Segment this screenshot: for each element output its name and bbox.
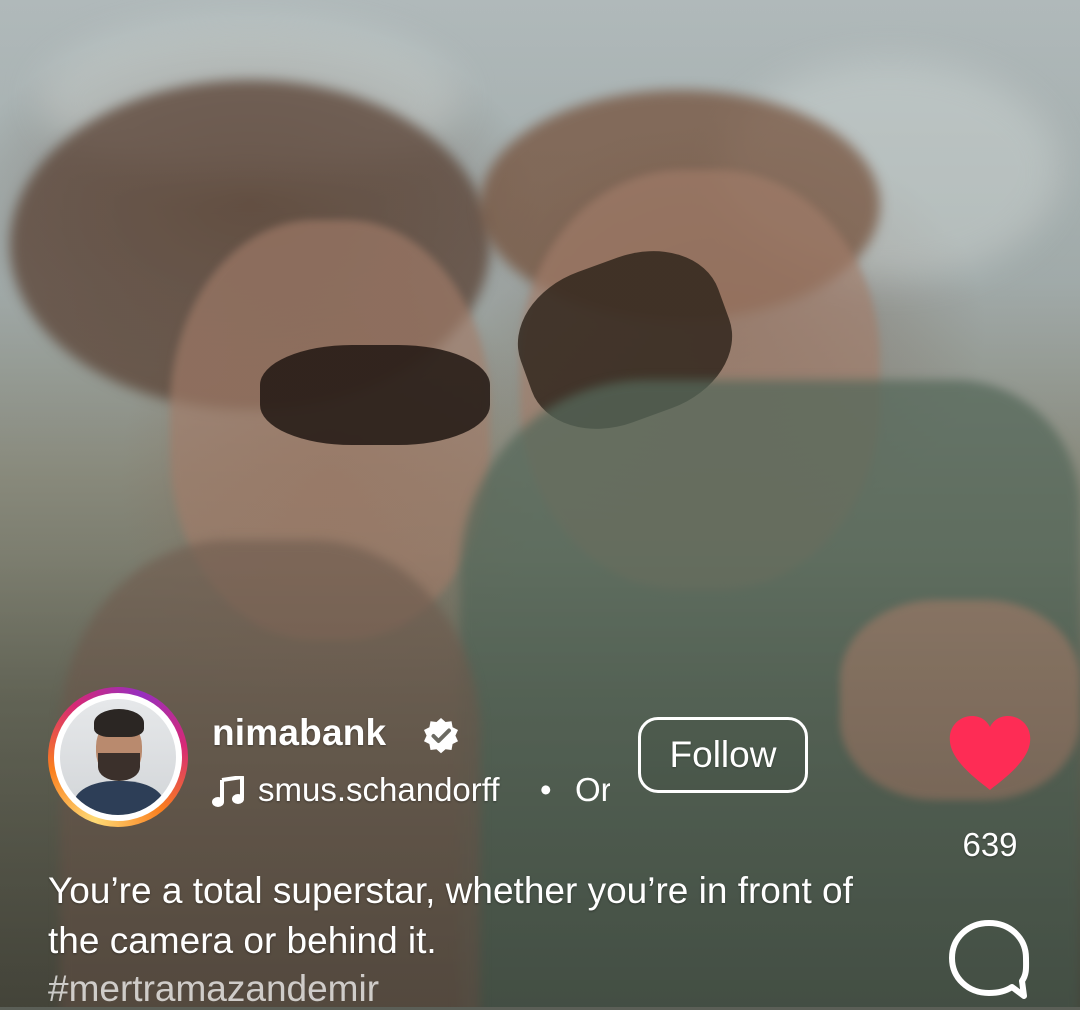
like-count: 639 [962, 826, 1018, 863]
avatar-image [60, 699, 176, 815]
follow-button[interactable]: Follow [638, 717, 808, 793]
music-note-icon [212, 776, 244, 807]
post-photo[interactable] [0, 0, 1080, 1007]
comment-icon[interactable] [946, 918, 1032, 1004]
hashtag-link[interactable]: #mertramazandemir [48, 968, 379, 1010]
verified-badge-icon [424, 718, 458, 754]
post-caption: You’re a total superstar, whether you’re… [48, 870, 853, 961]
username[interactable]: nimabank [212, 712, 386, 754]
music-extra-text: Or [575, 771, 610, 808]
heart-icon[interactable] [948, 716, 1032, 792]
music-track-name: smus.schandorff [258, 771, 500, 808]
music-track[interactable]: smus.schandorff • Or [210, 770, 610, 812]
music-separator: • [540, 771, 552, 808]
avatar[interactable] [48, 687, 188, 827]
